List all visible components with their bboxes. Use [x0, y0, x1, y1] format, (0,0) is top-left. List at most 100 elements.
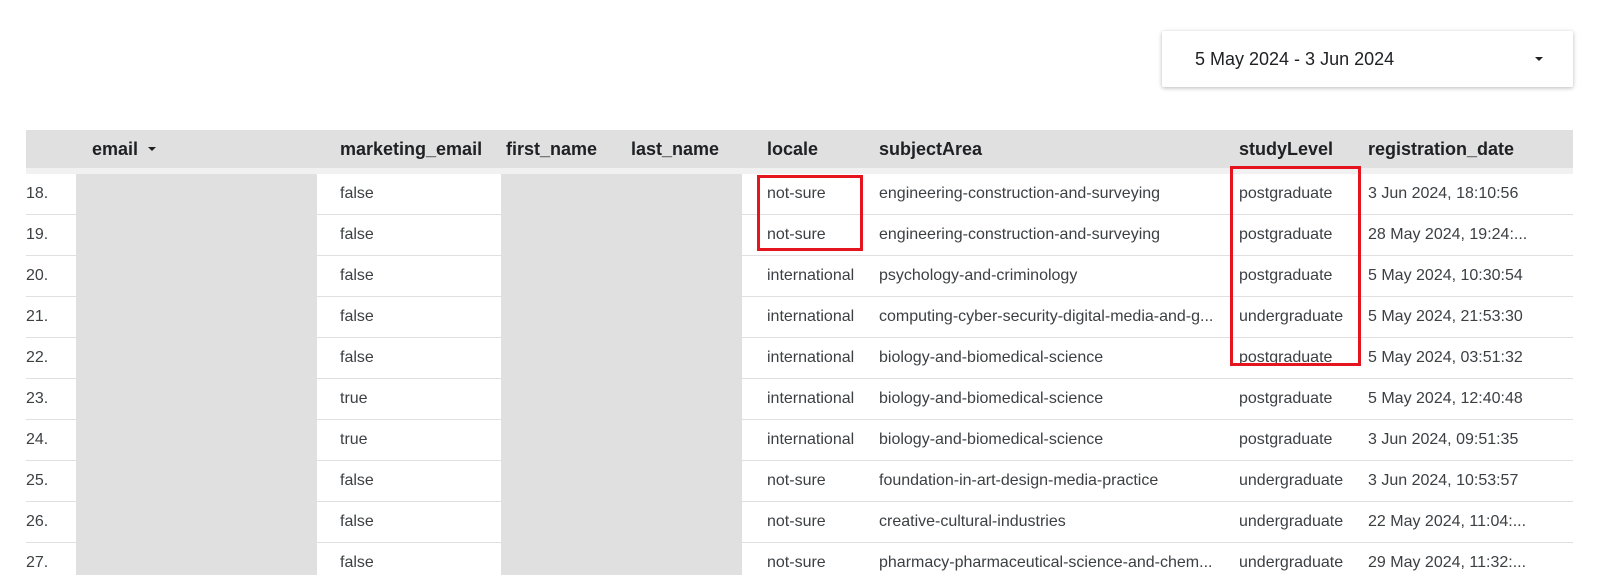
table-row[interactable]: 22. false international biology-and-biom… [26, 338, 1573, 379]
subject-area-cell: engineering-construction-and-surveying [879, 226, 1161, 243]
sort-caret-down-icon[interactable] [148, 147, 157, 151]
table-row[interactable]: 19. false not-sure engineering-construct… [26, 215, 1573, 256]
column-header-email[interactable]: email [92, 130, 157, 168]
column-header-subject-area[interactable]: subjectArea [879, 130, 982, 168]
email-cell-redacted [76, 543, 317, 575]
subject-area-cell: creative-cultural-industries [879, 513, 1066, 530]
name-cell-redacted [501, 174, 742, 214]
name-cell-redacted [501, 256, 742, 296]
row-number: 20. [26, 267, 49, 284]
study-level-cell: postgraduate [1239, 349, 1333, 366]
locale-cell: international [767, 349, 855, 366]
email-cell-redacted [76, 215, 317, 255]
registration-date-cell: 5 May 2024, 10:30:54 [1368, 267, 1523, 284]
registration-date-cell: 5 May 2024, 12:40:48 [1368, 390, 1523, 407]
column-header-study-level[interactable]: studyLevel [1239, 130, 1333, 168]
table-row[interactable]: 18. false not-sure engineering-construct… [26, 174, 1573, 215]
row-number: 27. [26, 554, 49, 571]
table-row[interactable]: 25. false not-sure foundation-in-art-des… [26, 461, 1573, 502]
registration-date-cell: 28 May 2024, 19:24:... [1368, 226, 1528, 243]
study-level-cell: undergraduate [1239, 513, 1344, 530]
column-header-locale[interactable]: locale [767, 130, 818, 168]
row-number: 19. [26, 226, 49, 243]
subject-area-cell: biology-and-biomedical-science [879, 349, 1104, 366]
email-cell-redacted [76, 420, 317, 460]
registration-date-cell: 5 May 2024, 21:53:30 [1368, 308, 1523, 325]
marketing-email-cell: false [340, 349, 374, 366]
subject-area-cell: foundation-in-art-design-media-practice [879, 472, 1159, 489]
name-cell-redacted [501, 297, 742, 337]
column-header-last-name[interactable]: last_name [631, 130, 719, 168]
marketing-email-cell: false [340, 185, 374, 202]
registration-date-cell: 3 Jun 2024, 09:51:35 [1368, 431, 1519, 448]
name-cell-redacted [501, 215, 742, 255]
email-cell-redacted [76, 379, 317, 419]
column-header-first-name[interactable]: first_name [506, 130, 597, 168]
row-number: 26. [26, 513, 49, 530]
row-number: 24. [26, 431, 49, 448]
study-level-cell: postgraduate [1239, 185, 1333, 202]
study-level-cell: postgraduate [1239, 267, 1333, 284]
registration-date-cell: 3 Jun 2024, 10:53:57 [1368, 472, 1519, 489]
marketing-email-cell: false [340, 308, 374, 325]
subject-area-cell: biology-and-biomedical-science [879, 431, 1104, 448]
row-number: 25. [26, 472, 49, 489]
row-number: 18. [26, 185, 49, 202]
subject-area-cell: biology-and-biomedical-science [879, 390, 1104, 407]
row-number: 23. [26, 390, 49, 407]
email-cell-redacted [76, 338, 317, 378]
study-level-cell: postgraduate [1239, 431, 1333, 448]
marketing-email-cell: true [340, 390, 368, 407]
marketing-email-cell: false [340, 554, 374, 571]
row-number: 22. [26, 349, 49, 366]
marketing-email-cell: false [340, 513, 374, 530]
table-header: email marketing_email first_name last_na… [26, 130, 1573, 174]
locale-cell: not-sure [767, 185, 826, 202]
registration-date-cell: 3 Jun 2024, 18:10:56 [1368, 185, 1519, 202]
name-cell-redacted [501, 420, 742, 460]
subject-area-cell: engineering-construction-and-surveying [879, 185, 1161, 202]
column-header-marketing-email[interactable]: marketing_email [340, 130, 482, 168]
report-page: 5 May 2024 - 3 Jun 2024 email marketing_… [0, 0, 1600, 575]
name-cell-redacted [501, 379, 742, 419]
study-level-cell: postgraduate [1239, 226, 1333, 243]
email-cell-redacted [76, 297, 317, 337]
locale-cell: not-sure [767, 472, 826, 489]
study-level-cell: postgraduate [1239, 390, 1333, 407]
table-row[interactable]: 20. false international psychology-and-c… [26, 256, 1573, 297]
marketing-email-cell: false [340, 472, 374, 489]
table-row[interactable]: 26. false not-sure creative-cultural-ind… [26, 502, 1573, 543]
email-cell-redacted [76, 461, 317, 501]
table-row[interactable]: 24. true international biology-and-biome… [26, 420, 1573, 461]
locale-cell: not-sure [767, 554, 826, 571]
locale-cell: international [767, 431, 855, 448]
table-row[interactable]: 21. false international computing-cyber-… [26, 297, 1573, 338]
table-row[interactable]: 27. false not-sure pharmacy-pharmaceutic… [26, 543, 1573, 575]
data-table: email marketing_email first_name last_na… [26, 130, 1573, 575]
date-range-label: 5 May 2024 - 3 Jun 2024 [1195, 48, 1395, 69]
locale-cell: international [767, 267, 855, 284]
email-cell-redacted [76, 174, 317, 214]
table-row[interactable]: 23. true international biology-and-biome… [26, 379, 1573, 420]
name-cell-redacted [501, 543, 742, 575]
locale-cell: international [767, 390, 855, 407]
date-range-picker[interactable]: 5 May 2024 - 3 Jun 2024 [1162, 31, 1573, 87]
caret-down-icon[interactable] [1535, 57, 1543, 61]
locale-cell: not-sure [767, 513, 826, 530]
registration-date-cell: 29 May 2024, 11:32:... [1368, 554, 1527, 571]
name-cell-redacted [501, 502, 742, 542]
subject-area-cell: pharmacy-pharmaceutical-science-and-chem… [879, 554, 1213, 571]
locale-cell: not-sure [767, 226, 826, 243]
registration-date-cell: 5 May 2024, 03:51:32 [1368, 349, 1523, 366]
marketing-email-cell: false [340, 226, 374, 243]
marketing-email-cell: false [340, 267, 374, 284]
email-cell-redacted [76, 256, 317, 296]
column-header-email-label: email [92, 138, 139, 159]
column-header-registration-date[interactable]: registration_date [1368, 130, 1514, 168]
study-level-cell: undergraduate [1239, 554, 1344, 571]
study-level-cell: undergraduate [1239, 472, 1344, 489]
study-level-cell: undergraduate [1239, 308, 1344, 325]
row-number: 21. [26, 308, 49, 325]
email-cell-redacted [76, 502, 317, 542]
subject-area-cell: computing-cyber-security-digital-media-a… [879, 308, 1214, 325]
